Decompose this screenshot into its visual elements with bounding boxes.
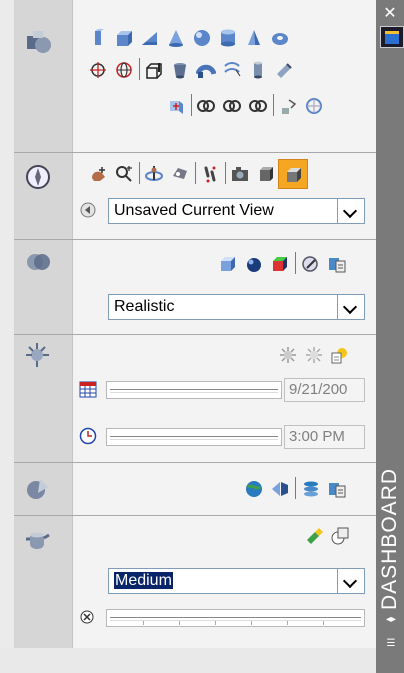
materials-palette-icon[interactable]: [327, 479, 347, 499]
loft-icon[interactable]: [170, 60, 190, 80]
render-quality-selected: Medium: [114, 572, 173, 589]
chevron-down-icon[interactable]: [337, 199, 364, 223]
wedge-icon[interactable]: [140, 28, 160, 48]
view-dropdown[interactable]: Unsaved Current View: [108, 198, 365, 224]
close-circle-icon[interactable]: [80, 610, 94, 624]
slider-tick: [287, 620, 288, 625]
render-window-icon[interactable]: [330, 526, 350, 546]
lights-icon[interactable]: [24, 341, 52, 369]
box-icon[interactable]: [114, 28, 134, 48]
helix-icon[interactable]: [222, 60, 242, 80]
toolbar-separator: [191, 94, 192, 116]
slice-icon[interactable]: [274, 60, 294, 80]
toolbar-separator: [225, 162, 226, 184]
view-dropdown-value: Unsaved Current View: [114, 202, 274, 219]
3d-move-icon[interactable]: [278, 96, 298, 116]
palette-title: DASHBOARD: [378, 420, 402, 610]
calendar-icon[interactable]: [78, 379, 98, 399]
sphere-icon[interactable]: [192, 28, 212, 48]
torus-icon[interactable]: [270, 28, 290, 48]
render-teapot-icon[interactable]: [24, 524, 52, 552]
palette-title-label: DASHBOARD: [378, 467, 401, 610]
realistic-style-icon[interactable]: [244, 254, 264, 274]
subtract-icon[interactable]: [222, 96, 242, 116]
render-icon[interactable]: [304, 526, 324, 546]
view-back-icon[interactable]: [256, 164, 276, 184]
slider-tick: [179, 620, 180, 625]
conceptual-style-icon[interactable]: [270, 254, 290, 274]
materials-icon[interactable]: [24, 475, 52, 503]
3d-make-icon[interactable]: [24, 28, 52, 56]
view-front-button[interactable]: [278, 159, 308, 189]
render-quality-dropdown-value: Medium: [114, 572, 173, 590]
clock-icon[interactable]: [78, 426, 98, 446]
visual-style-palette-icon[interactable]: [327, 254, 347, 274]
intersect-icon[interactable]: [248, 96, 268, 116]
panel-render: Medium: [14, 516, 376, 648]
properties-icon[interactable]: [380, 26, 404, 48]
previous-view-icon[interactable]: [78, 200, 98, 220]
auto-hide-icon[interactable]: ◂▸: [383, 614, 399, 628]
panel-3d-navigate: Unsaved Current View: [14, 153, 376, 240]
time-slider[interactable]: [106, 428, 282, 446]
swivel-icon[interactable]: [170, 164, 190, 184]
toolbar-separator: [139, 58, 140, 80]
visual-style-dropdown[interactable]: Realistic: [108, 294, 365, 320]
toolbar-separator: [295, 477, 296, 499]
panel-lights: 9/21/200 3:00 PM: [14, 335, 376, 463]
3d-rotate-icon[interactable]: [304, 96, 324, 116]
chevron-down-icon[interactable]: [337, 569, 364, 593]
walk-icon[interactable]: [200, 164, 220, 184]
sun-properties-icon[interactable]: [330, 345, 350, 365]
planar-surface-icon[interactable]: [248, 60, 268, 80]
revolve-icon[interactable]: [114, 60, 134, 80]
render-exposure-slider[interactable]: [106, 609, 365, 627]
pyramid-icon[interactable]: [244, 28, 264, 48]
panel-3d-make: [14, 12, 376, 153]
3d-wireframe-style-icon[interactable]: [218, 254, 238, 274]
chevron-down-icon[interactable]: [337, 295, 364, 319]
presspull-icon[interactable]: [144, 60, 164, 80]
union-icon[interactable]: [196, 96, 216, 116]
view-front-icon: [287, 168, 301, 182]
cylinder-icon[interactable]: [218, 28, 238, 48]
slider-tick: [215, 620, 216, 625]
date-readout: 9/21/200: [284, 378, 365, 402]
extrude-icon[interactable]: [88, 60, 108, 80]
materials-library-icon[interactable]: [301, 479, 321, 499]
panel-visual-styles: Realistic: [14, 240, 376, 335]
panel-materials: [14, 463, 376, 516]
orbit-icon[interactable]: [144, 164, 164, 184]
palette-left-edge: [0, 0, 14, 673]
camera-icon[interactable]: [230, 164, 250, 184]
materials-browser-icon[interactable]: [244, 479, 264, 499]
pan-icon[interactable]: [88, 164, 108, 184]
material-mapping-icon[interactable]: [270, 479, 290, 499]
toolbar-separator: [295, 252, 296, 274]
manage-visual-styles-icon[interactable]: [301, 254, 321, 274]
palette-menu-icon[interactable]: ☰: [383, 638, 399, 652]
toolbar-separator: [195, 162, 196, 184]
palette-bottom-edge: [0, 648, 404, 673]
date-slider[interactable]: [106, 381, 282, 399]
time-readout: 3:00 PM: [284, 425, 365, 449]
visual-styles-icon[interactable]: [24, 248, 52, 276]
slider-tick: [323, 620, 324, 625]
toolbar-separator: [139, 162, 140, 184]
section-plane-icon[interactable]: [166, 96, 186, 116]
zoom-icon[interactable]: [114, 164, 134, 184]
close-icon[interactable]: ✕: [381, 4, 399, 22]
slider-tick: [251, 620, 252, 625]
render-quality-dropdown[interactable]: Medium: [108, 568, 365, 594]
sweep-icon[interactable]: [196, 60, 216, 80]
toolbar-separator: [273, 94, 274, 116]
sun-status-icon[interactable]: [304, 345, 324, 365]
cone-icon[interactable]: [166, 28, 186, 48]
sun-off-icon[interactable]: [278, 345, 298, 365]
visual-style-dropdown-value: Realistic: [114, 298, 175, 315]
slider-tick: [143, 620, 144, 625]
3d-navigate-icon[interactable]: [24, 163, 52, 191]
polysolid-icon[interactable]: [88, 28, 108, 48]
